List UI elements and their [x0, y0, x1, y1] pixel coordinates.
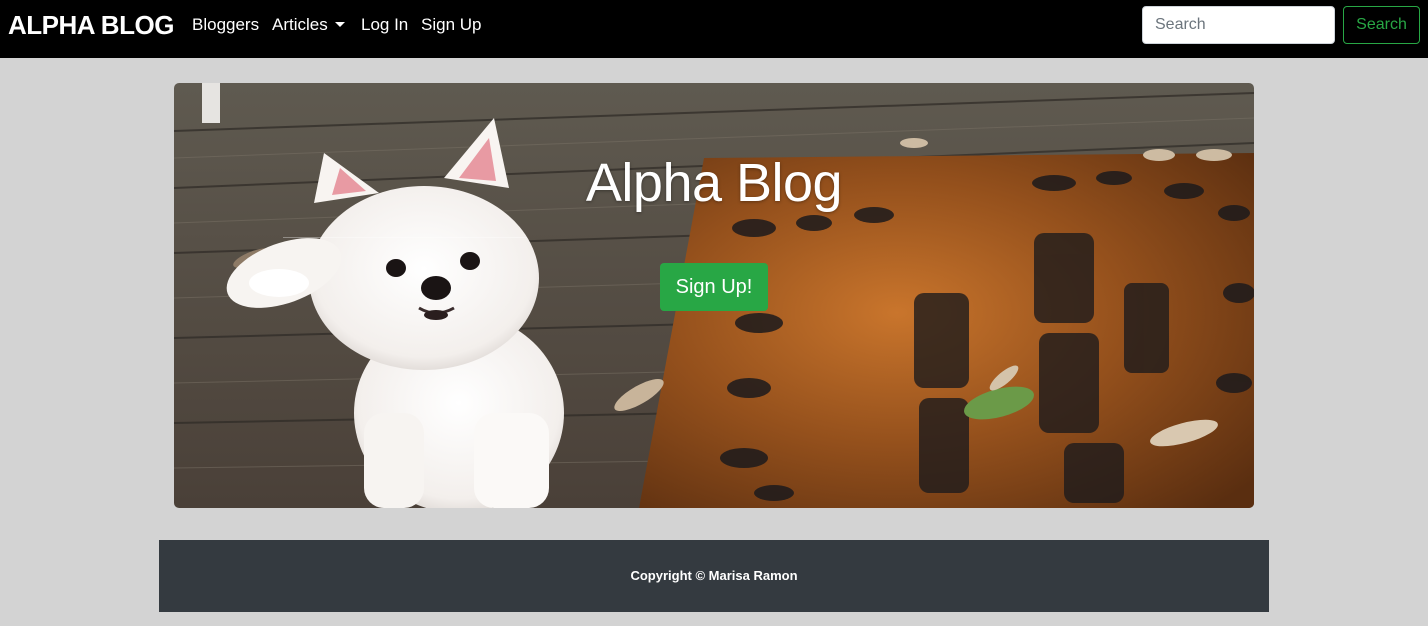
- nav-link-bloggers[interactable]: Bloggers: [192, 15, 259, 35]
- hero-jumbotron: Alpha Blog Sign Up!: [174, 83, 1254, 508]
- hero-title: Alpha Blog: [585, 153, 843, 213]
- hero-divider: [283, 237, 527, 238]
- top-navbar: ALPHA BLOG Bloggers Articles Log In Sign…: [0, 0, 1428, 58]
- chevron-down-icon: [334, 22, 345, 27]
- footer-copyright: Copyright © Marisa Ramon: [630, 568, 798, 583]
- nav-link-sign-up[interactable]: Sign Up: [421, 15, 481, 35]
- nav-dropdown-articles[interactable]: Articles: [272, 15, 345, 35]
- brand-logo-link[interactable]: ALPHA BLOG: [8, 10, 174, 40]
- page-footer: Copyright © Marisa Ramon: [159, 540, 1269, 612]
- search-input[interactable]: [1142, 6, 1335, 44]
- hero-sign-up-button[interactable]: Sign Up!: [660, 263, 768, 311]
- search-button[interactable]: Search: [1343, 6, 1420, 44]
- nav-link-log-in[interactable]: Log In: [361, 15, 408, 35]
- nav-dropdown-articles-label: Articles: [272, 15, 328, 34]
